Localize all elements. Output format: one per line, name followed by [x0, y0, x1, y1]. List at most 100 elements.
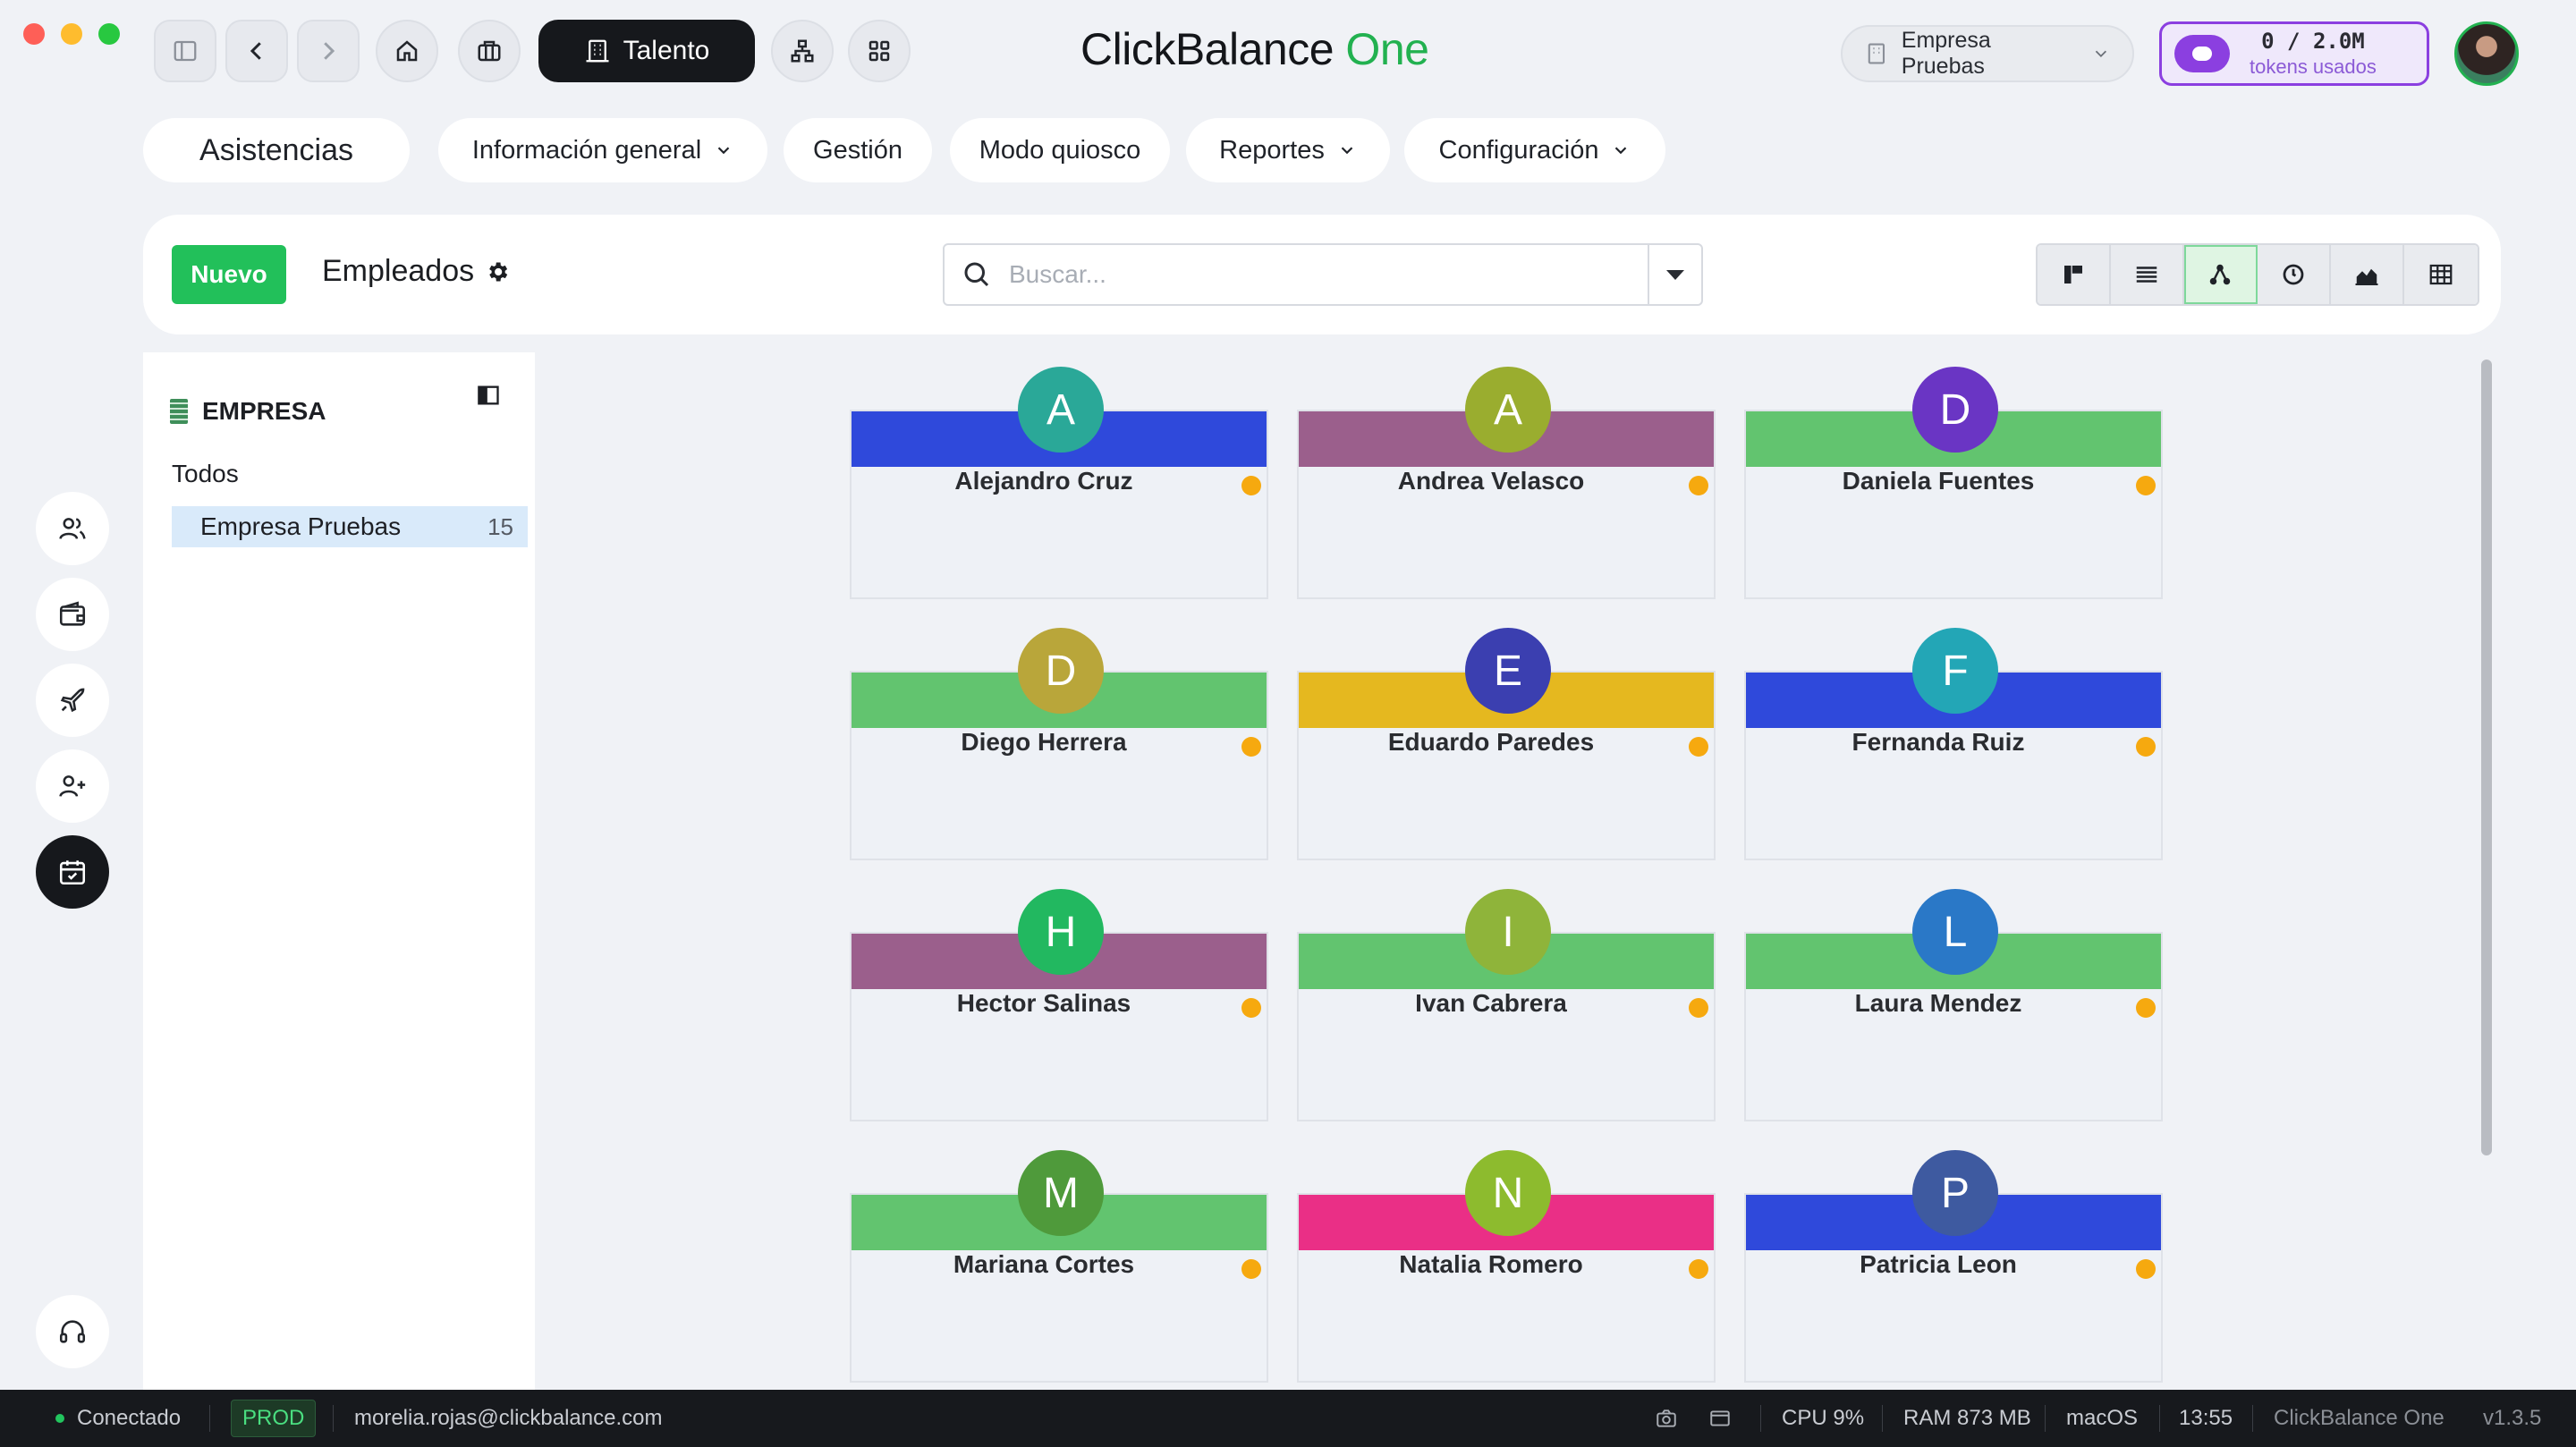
ram-usage: RAM 873 MB	[1903, 1406, 2031, 1430]
employee-avatar: L	[1912, 889, 1998, 975]
view-list-button[interactable]	[2111, 245, 2184, 304]
chevron-left-icon	[250, 42, 261, 60]
menu-modo-quiosco[interactable]: Modo quiosco	[950, 118, 1170, 182]
org-chart-button[interactable]	[771, 20, 834, 82]
scrollbar-thumb[interactable]	[2481, 360, 2492, 1155]
sidebar-toggle-button[interactable]	[154, 20, 216, 82]
employee-card[interactable]: M Mariana Cortes	[850, 1150, 1268, 1383]
user-avatar[interactable]	[2454, 21, 2519, 86]
employee-name: Fernanda Ruiz	[1852, 728, 2025, 756]
employee-card[interactable]: I Ivan Cabrera	[1297, 889, 1716, 1121]
new-employee-button[interactable]: Nuevo	[172, 245, 286, 304]
employee-name: Eduardo Paredes	[1387, 728, 1595, 756]
employee-card[interactable]: D Diego Herrera	[850, 628, 1268, 860]
employee-card[interactable]: F Fernanda Ruiz	[1744, 628, 2163, 860]
clock-icon	[2283, 264, 2304, 285]
view-activity-button[interactable]	[2258, 245, 2331, 304]
tokens-count: 0 / 2.0M	[2261, 29, 2365, 54]
employee-card[interactable]: P Patricia Leon	[1744, 1150, 2163, 1383]
rail-attendance-button[interactable]	[36, 835, 109, 909]
status-dot-icon	[1689, 476, 1708, 495]
sidebar-header-label: EMPRESA	[202, 397, 326, 425]
sidebar-icon	[174, 40, 197, 62]
status-dot-icon	[1689, 998, 1708, 1018]
tokens-usage-badge[interactable]: 0 / 2.0M tokens usados	[2159, 21, 2429, 86]
employee-avatar: E	[1465, 628, 1551, 714]
collapse-panel-icon[interactable]	[476, 383, 501, 408]
search-icon	[964, 262, 989, 287]
rail-wallet-button[interactable]	[36, 578, 109, 651]
sidebar-item-label: Empresa Pruebas	[200, 512, 402, 540]
status-dot-icon	[1241, 1259, 1261, 1279]
status-dot-icon	[2136, 998, 2156, 1018]
org-chart-icon	[791, 39, 814, 63]
clock-time: 13:55	[2179, 1406, 2233, 1430]
chevron-down-icon	[717, 147, 730, 155]
view-switcher	[2036, 243, 2479, 306]
user-plus-icon	[59, 775, 86, 797]
chevron-down-icon	[1615, 147, 1627, 155]
status-dot-icon	[1689, 1259, 1708, 1279]
employee-name: Hector Salinas	[956, 989, 1131, 1017]
employee-name: Ivan Cabrera	[1415, 989, 1567, 1017]
employee-name: Patricia Leon	[1860, 1250, 2017, 1278]
employee-name: Mariana Cortes	[953, 1250, 1135, 1278]
sidebar-item-empresa-pruebas[interactable]: Empresa Pruebas 15	[172, 506, 528, 547]
apps-grid-button[interactable]	[848, 20, 911, 82]
employee-avatar: N	[1465, 1150, 1551, 1236]
forward-button[interactable]	[297, 20, 360, 82]
back-button[interactable]	[225, 20, 288, 82]
view-graph-button[interactable]	[2331, 245, 2404, 304]
headphones-icon	[59, 1320, 86, 1343]
view-title: Empleados	[322, 254, 510, 289]
screenshot-button[interactable]	[1655, 1390, 1678, 1447]
employee-card[interactable]: A Andrea Velasco	[1297, 367, 1716, 599]
window-controls	[23, 23, 120, 45]
employee-avatar: F	[1912, 628, 1998, 714]
employee-avatar: D	[1018, 628, 1104, 714]
employee-card[interactable]: N Natalia Romero	[1297, 1150, 1716, 1383]
employee-card[interactable]: E Eduardo Paredes	[1297, 628, 1716, 860]
rail-employees-button[interactable]	[36, 492, 109, 565]
wallet-icon	[59, 601, 86, 626]
employee-card[interactable]: L Laura Mendez	[1744, 889, 2163, 1121]
status-dot-icon	[1689, 737, 1708, 757]
building-icon	[586, 39, 609, 63]
sidebar-item-todos[interactable]: Todos	[172, 460, 239, 488]
gear-icon[interactable]	[485, 259, 510, 284]
menu-reportes[interactable]: Reportes	[1186, 118, 1390, 182]
home-button[interactable]	[376, 20, 438, 82]
zoom-window-button[interactable]	[98, 23, 120, 45]
window-button[interactable]	[1708, 1390, 1732, 1447]
employee-card[interactable]: H Hector Salinas	[850, 889, 1268, 1121]
search-options-dropdown[interactable]	[1648, 245, 1701, 304]
employee-name: Andrea Velasco	[1397, 467, 1585, 495]
os-label: macOS	[2066, 1406, 2139, 1430]
menu-gestion[interactable]: Gestión	[784, 118, 932, 182]
sidebar-header: EMPRESA	[170, 397, 326, 426]
connection-status: Conectado	[55, 1390, 181, 1447]
menu-configuracion[interactable]: Configuración	[1404, 118, 1665, 182]
view-table-button[interactable]	[2404, 245, 2478, 304]
table-icon	[2429, 264, 2453, 285]
rail-support-button[interactable]	[36, 1295, 109, 1368]
menu-label: Información general	[471, 135, 702, 165]
view-hierarchy-button[interactable]	[2184, 245, 2258, 304]
minimize-window-button[interactable]	[61, 23, 82, 45]
employees-toolbar: Nuevo Empleados	[143, 215, 2501, 334]
briefcase-button[interactable]	[458, 20, 521, 82]
list-icon	[2136, 267, 2157, 283]
menu-informacion-general[interactable]: Información general	[438, 118, 767, 182]
close-window-button[interactable]	[23, 23, 45, 45]
rail-travel-button[interactable]	[36, 664, 109, 737]
rail-add-user-button[interactable]	[36, 749, 109, 823]
scrollbar[interactable]	[2478, 354, 2496, 1386]
module-talento-button[interactable]: Talento	[538, 20, 755, 82]
employee-card[interactable]: D Daniela Fuentes	[1744, 367, 2163, 599]
company-selector[interactable]: Empresa Pruebas	[1841, 25, 2134, 82]
view-kanban-button[interactable]	[2038, 245, 2111, 304]
page-title: Asistencias	[143, 118, 410, 182]
search-input[interactable]	[1009, 260, 1617, 289]
employee-card[interactable]: A Alejandro Cruz	[850, 367, 1268, 599]
hierarchy-icon	[2209, 264, 2231, 285]
